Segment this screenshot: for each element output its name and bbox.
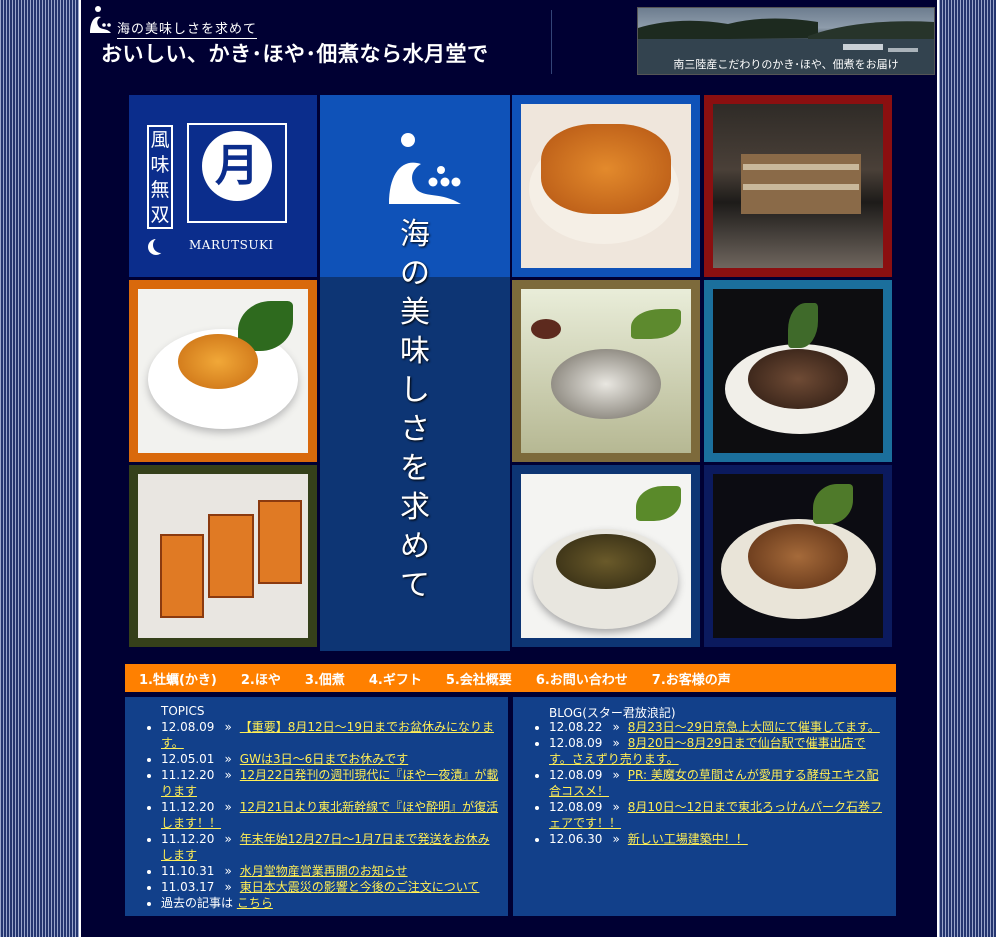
topics-panel: TOPICS 12.08.09»【重要】8月12日～19日までお盆休みになります… (125, 697, 508, 916)
nav-oyster[interactable]: 1.牡蠣(かき) (139, 669, 217, 688)
arrow-icon: » (612, 768, 620, 782)
archive-link[interactable]: こちら (237, 896, 273, 910)
page-container: 海の美味しさを求めて おいしい、かき･ほや･佃煮なら水月堂で 南三陸産こだわりの… (79, 0, 939, 937)
list-item: 12.08.09»8月10日～12日まで東北ろっけんパーク石巻フェアです！！ (549, 799, 888, 831)
blog-date: 12.08.09 (549, 768, 603, 782)
list-item: 12.08.09»PR: 美魔女の草間さんが愛用する酵母エキス配合コスメ！ (549, 767, 888, 799)
blog-link[interactable]: 新しい工場建築中！！ (628, 832, 748, 846)
header-divider (551, 10, 552, 74)
arrow-icon: » (224, 720, 232, 734)
photo-tile-seaweed[interactable] (512, 465, 700, 647)
arrow-icon: » (224, 832, 232, 846)
topics-heading: TOPICS (161, 704, 205, 718)
list-item: 12.08.09»8月20日～8月29日まで仙台駅で催事出店です。さえずり売りま… (549, 735, 888, 767)
blog-date: 12.06.30 (549, 832, 603, 846)
list-item: 12.08.22 » 8月23日～29日京急上大岡にて催事してます。 (549, 719, 888, 735)
topic-date: 11.12.20 (161, 800, 215, 814)
photo-tile-shop[interactable] (704, 95, 892, 277)
list-item: 12.05.01 » GWは3日～6日までお休みです (161, 751, 500, 767)
food-photo (521, 289, 691, 453)
shop-photo (713, 104, 883, 268)
wave-logo-large-icon (389, 133, 461, 204)
list-item: 11.10.31 » 水月堂物産営業再開のお知らせ (161, 863, 500, 879)
header-banner-image[interactable]: 南三陸産こだわりのかき･ほや、佃煮をお届け (637, 7, 935, 75)
topic-date: 11.10.31 (161, 864, 215, 878)
arrow-icon: » (224, 880, 232, 894)
photo-tile-oyster-shell[interactable] (512, 280, 700, 462)
product-photo (138, 474, 308, 638)
food-photo (713, 474, 883, 638)
brand-vertical-text: 風味無双 (147, 125, 173, 229)
photo-tile-hoya-package[interactable] (129, 465, 317, 647)
list-item: 過去の記事は こちら (161, 895, 500, 911)
topic-date: 12.05.01 (161, 752, 215, 766)
topic-link[interactable]: 東日本大震災の影響と今後のご注文について (240, 880, 480, 894)
photo-tile-hoya-dish[interactable] (704, 280, 892, 462)
slogan-vertical-text: 海の美味しさを求めて (400, 217, 430, 603)
list-item: 11.12.20»12月21日より東北新幹線で『ほや酔明』が復活します！！ (161, 799, 500, 831)
header-tagline: 海の美味しさを求めて (117, 18, 258, 39)
brand-logo-tile: 風味無双 月 MARUTSUKI (129, 95, 317, 277)
banner-caption: 南三陸産こだわりのかき･ほや、佃煮をお届け (673, 58, 899, 71)
food-photo (521, 474, 691, 638)
photo-tile-oyster-dish[interactable] (512, 95, 700, 277)
topics-list: 12.08.09»【重要】8月12日～19日までお盆休みになります。 12.05… (125, 719, 508, 911)
brand-circle-mark: 月 (202, 131, 272, 201)
food-photo (521, 104, 691, 268)
nav-contact[interactable]: 6.お問い合わせ (536, 669, 628, 688)
topic-link[interactable]: GWは3日～6日までお休みです (240, 752, 408, 766)
blog-date: 12.08.22 (549, 720, 603, 734)
arrow-icon: » (612, 832, 620, 846)
topic-date: 12.08.09 (161, 720, 215, 734)
arrow-icon: » (224, 864, 232, 878)
blog-panel: BLOG(スター君放浪記) 12.08.22»8月23日～29日京急上大岡にて催… (513, 697, 896, 916)
crescent-moon-icon (153, 237, 169, 253)
food-photo (138, 289, 308, 453)
list-item: 11.03.17 » 東日本大震災の影響と今後のご注文について (161, 879, 500, 895)
brand-name: MARUTSUKI (189, 238, 274, 252)
topic-date: 11.12.20 (161, 768, 215, 782)
arrow-icon: » (224, 768, 232, 782)
nav-tsukudani[interactable]: 3.佃煮 (305, 669, 345, 688)
nav-voices[interactable]: 7.お客様の声 (652, 669, 731, 688)
blog-list: 12.08.22 » 8月23日～29日京急上大岡にて催事してます。 12.08.0… (513, 719, 896, 847)
nav-company[interactable]: 5.会社概要 (446, 669, 512, 688)
list-item: 11.12.20»年末年始12月27日～1月7日まで発送をお休みします (161, 831, 500, 863)
list-item: 11.12.20»12月22日発刊の週刊現代に『ほや一夜漬』が載ります (161, 767, 500, 799)
archive-label: 過去の記事は (161, 896, 234, 910)
blog-date: 12.08.09 (549, 800, 603, 814)
product-image-grid: 風味無双 月 MARUTSUKI 海の美味しさを求めて (129, 95, 893, 651)
topic-date: 11.12.20 (161, 832, 215, 846)
photo-tile-scallop[interactable] (704, 465, 892, 647)
arrow-icon: » (612, 720, 620, 734)
nav-hoya[interactable]: 2.ほや (241, 669, 281, 688)
main-nav: 1.牡蠣(かき) 2.ほや 3.佃煮 4.ギフト 5.会社概要 6.お問い合わせ… (125, 664, 896, 692)
list-item: 12.08.09»【重要】8月12日～19日までお盆休みになります。 (161, 719, 500, 751)
topic-date: 11.03.17 (161, 880, 215, 894)
food-photo (713, 289, 883, 453)
photo-tile-sea-urchin[interactable] (129, 280, 317, 462)
topic-link[interactable]: 水月堂物産営業再開のお知らせ (240, 864, 408, 878)
arrow-icon: » (612, 800, 620, 814)
arrow-icon: » (224, 752, 232, 766)
brand-emblem: 月 (187, 123, 287, 223)
nav-gift[interactable]: 4.ギフト (369, 669, 422, 688)
blog-date: 12.08.09 (549, 736, 603, 750)
list-item: 12.06.30 » 新しい工場建築中！！ (549, 831, 888, 847)
blog-link[interactable]: 8月23日～29日京急上大岡にて催事してます。 (628, 720, 880, 734)
wave-logo-icon (90, 6, 111, 33)
arrow-icon: » (224, 800, 232, 814)
page-title: おいしい、かき･ほや･佃煮なら水月堂で (101, 42, 489, 66)
arrow-icon: » (612, 736, 620, 750)
